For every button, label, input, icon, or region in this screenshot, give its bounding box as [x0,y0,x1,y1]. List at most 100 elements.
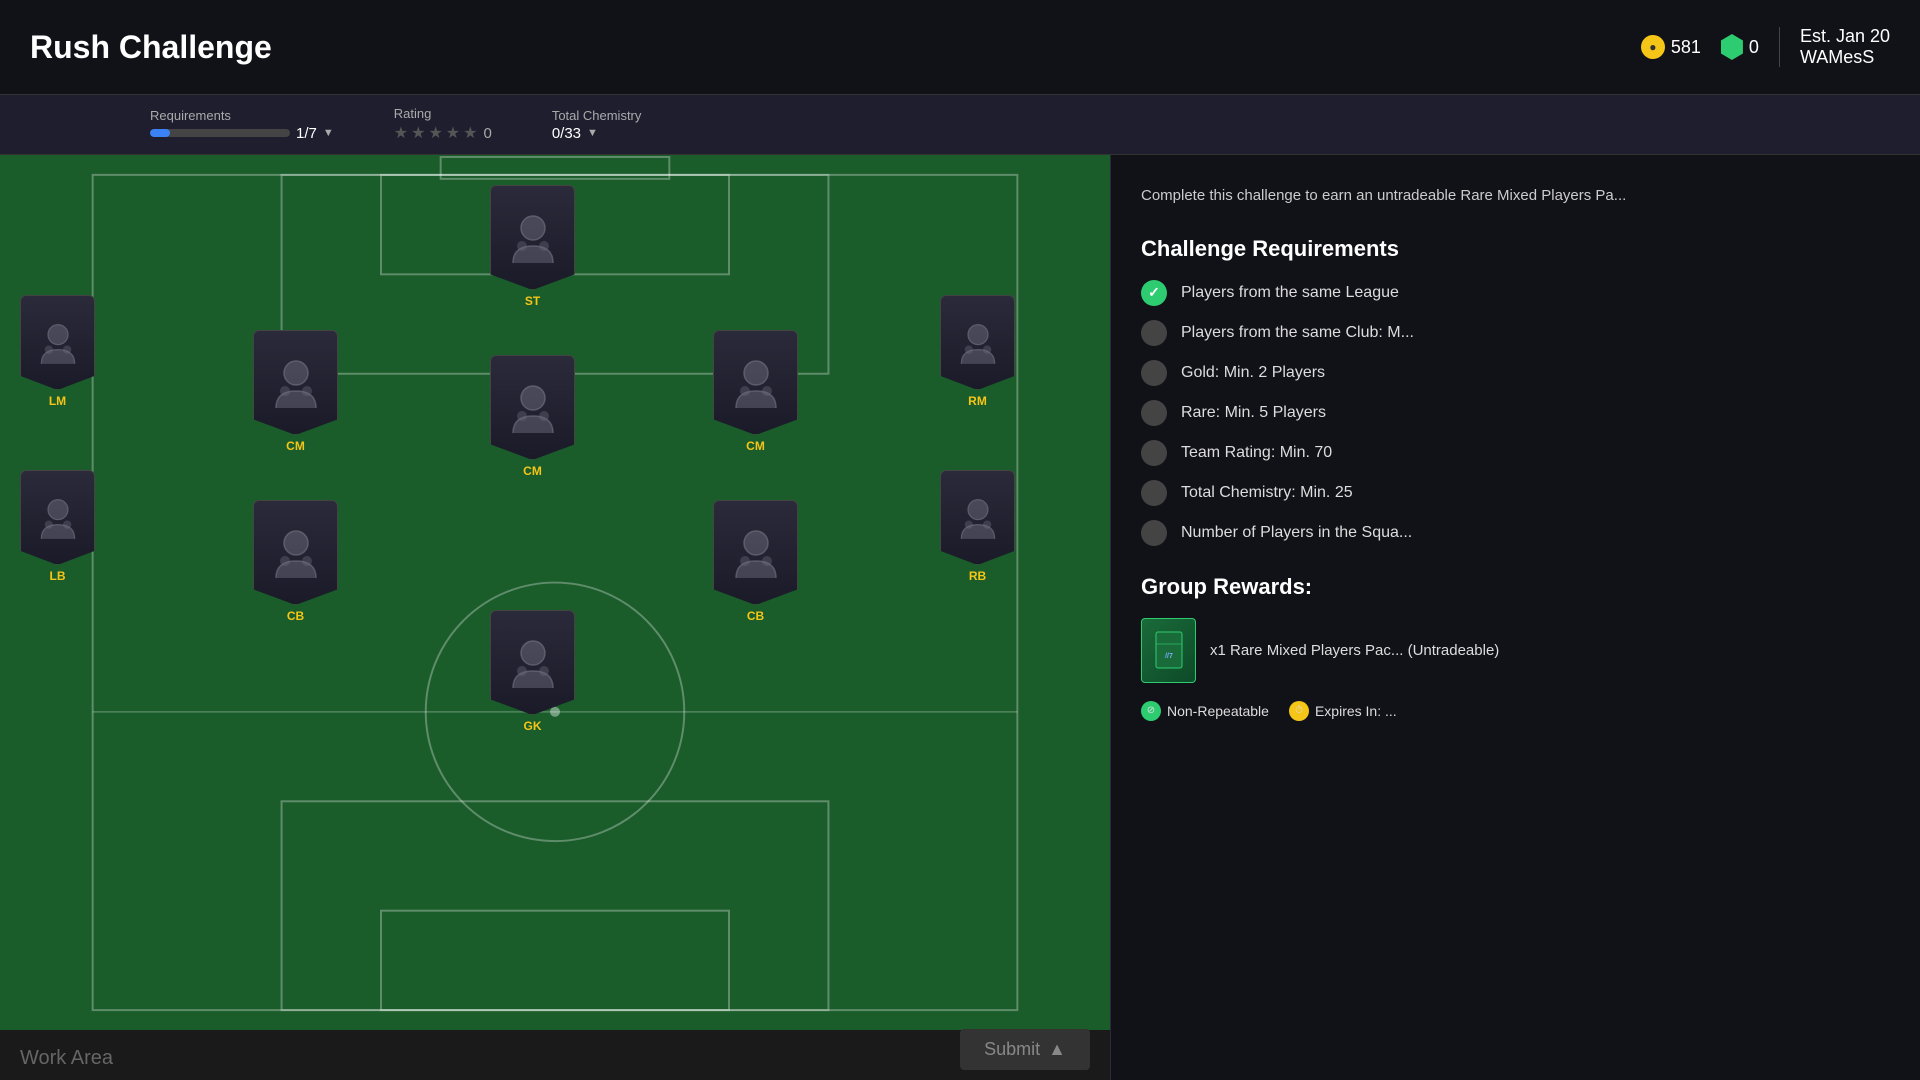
player-rm[interactable]: RM [940,295,1015,408]
group-rewards: Group Rewards: //7 x1 Rare Mixed Players… [1141,574,1890,721]
pitch: ST LM [0,155,1110,1030]
reward-pack-icon: //7 [1141,618,1196,683]
player-cb1[interactable]: CB [253,500,338,623]
position-label-cm1: CM [286,439,305,453]
shield-icon [1721,34,1743,60]
req-text-2: Players from the same Club: M... [1181,324,1414,342]
est-date: Est. Jan 20 WAMesS [1800,26,1890,68]
requirements-count: 1/7 [296,125,317,142]
req-icon-6 [1141,480,1167,506]
req-item-5: Team Rating: Min. 70 [1141,440,1890,466]
player-cm3[interactable]: CM [713,330,798,453]
player-gk[interactable]: GK [490,610,575,733]
main-content: ST LM [0,155,1920,1080]
non-repeatable-badge: ⊘ Non-Repeatable [1141,701,1269,721]
page-title: Rush Challenge [30,29,272,66]
req-icon-4 [1141,400,1167,426]
req-icon-3 [1141,360,1167,386]
svg-text://7: //7 [1165,653,1173,660]
player-st[interactable]: ST [490,185,575,308]
chemistry-count: 0/33 [552,125,581,142]
reward-item-1: //7 x1 Rare Mixed Players Pac... (Untrad… [1141,618,1890,683]
rating-label: Rating [394,106,432,121]
req-item-4: Rare: Min. 5 Players [1141,400,1890,426]
header-right: ● 581 0 Est. Jan 20 WAMesS [1641,26,1890,68]
player-cm1[interactable]: CM [253,330,338,453]
star-4: ★ [446,123,460,143]
challenge-requirements-title: Challenge Requirements [1141,236,1890,262]
req-text-1: Players from the same League [1181,284,1399,302]
chemistry-section: Total Chemistry 0/33 ▼ [552,108,642,142]
position-label-cm2: CM [523,464,542,478]
req-item-6: Total Chemistry: Min. 25 [1141,480,1890,506]
expires-label: Expires In: ... [1315,703,1397,719]
player-lb[interactable]: LB [20,470,95,583]
reward-text-1: x1 Rare Mixed Players Pac... (Untradeabl… [1210,640,1499,661]
coin-icon: ● [1641,35,1665,59]
star-2: ★ [411,123,425,143]
player-icon-cb2 [726,523,786,583]
player-icon-cb1 [266,523,326,583]
requirements-dropdown-icon[interactable]: ▼ [323,127,334,139]
player-cb2[interactable]: CB [713,500,798,623]
expires-icon: ⏱ [1289,701,1309,721]
star-5: ★ [463,123,477,143]
player-cm2[interactable]: CM [490,355,575,478]
star-3: ★ [428,123,442,143]
requirements-label: Requirements [150,108,231,123]
player-icon-gk [503,633,563,693]
coins-value: 581 [1671,37,1701,58]
chemistry-dropdown-icon[interactable]: ▼ [587,127,598,139]
submit-button[interactable]: Submit ▲ [960,1029,1090,1070]
req-text-3: Gold: Min. 2 Players [1181,364,1325,382]
player-lm[interactable]: LM [20,295,95,408]
pack-svg: //7 [1154,630,1184,670]
req-icon-5 [1141,440,1167,466]
expires-badge: ⏱ Expires In: ... [1289,701,1397,721]
player-icon-st [503,208,563,268]
rating-section: Rating ★ ★ ★ ★ ★ 0 [394,106,492,143]
work-area-label: Work Area [20,1047,113,1070]
req-item-7: Number of Players in the Squa... [1141,520,1890,546]
player-icon-rb [953,493,1003,543]
player-icon-cm2 [503,378,563,438]
submit-label: Submit [984,1039,1040,1060]
rating-number: 0 [483,125,491,142]
player-icon-lb [33,493,83,543]
position-label-cm3: CM [746,439,765,453]
req-item-2: Players from the same Club: M... [1141,320,1890,346]
group-rewards-title: Group Rewards: [1141,574,1890,600]
chemistry-label: Total Chemistry [552,108,642,123]
sidebar: Complete this challenge to earn an untra… [1110,155,1920,1080]
position-label-gk: GK [524,719,542,733]
position-label-cb1: CB [287,609,304,623]
progress-fill [150,129,170,137]
position-label-lb: LB [50,569,66,583]
position-label-cb2: CB [747,609,764,623]
position-label-st: ST [525,294,540,308]
sub-header: Requirements 1/7 ▼ Rating ★ ★ ★ ★ ★ 0 To… [0,95,1920,155]
req-text-4: Rare: Min. 5 Players [1181,404,1326,422]
req-icon-2 [1141,320,1167,346]
req-icon-7 [1141,520,1167,546]
req-text-7: Number of Players in the Squa... [1181,524,1412,542]
requirements-section: Requirements 1/7 ▼ [150,108,334,142]
req-text-6: Total Chemistry: Min. 25 [1181,484,1353,502]
req-item-3: Gold: Min. 2 Players [1141,360,1890,386]
player-icon-cm3 [726,353,786,413]
progress-bar [150,129,290,137]
req-text-5: Team Rating: Min. 70 [1181,444,1332,462]
sidebar-description: Complete this challenge to earn an untra… [1141,185,1890,208]
star-1: ★ [394,123,408,143]
header-divider [1779,27,1780,67]
player-rb[interactable]: RB [940,470,1015,583]
star-rating: ★ ★ ★ ★ ★ [394,123,478,143]
position-label-rm: RM [968,394,987,408]
coins-display: ● 581 [1641,35,1701,59]
player-icon-cm1 [266,353,326,413]
non-repeatable-label: Non-Repeatable [1167,703,1269,719]
points-value: 0 [1749,37,1759,58]
player-icon-lm [33,318,83,368]
points-display: 0 [1721,34,1759,60]
position-label-lm: LM [49,394,66,408]
